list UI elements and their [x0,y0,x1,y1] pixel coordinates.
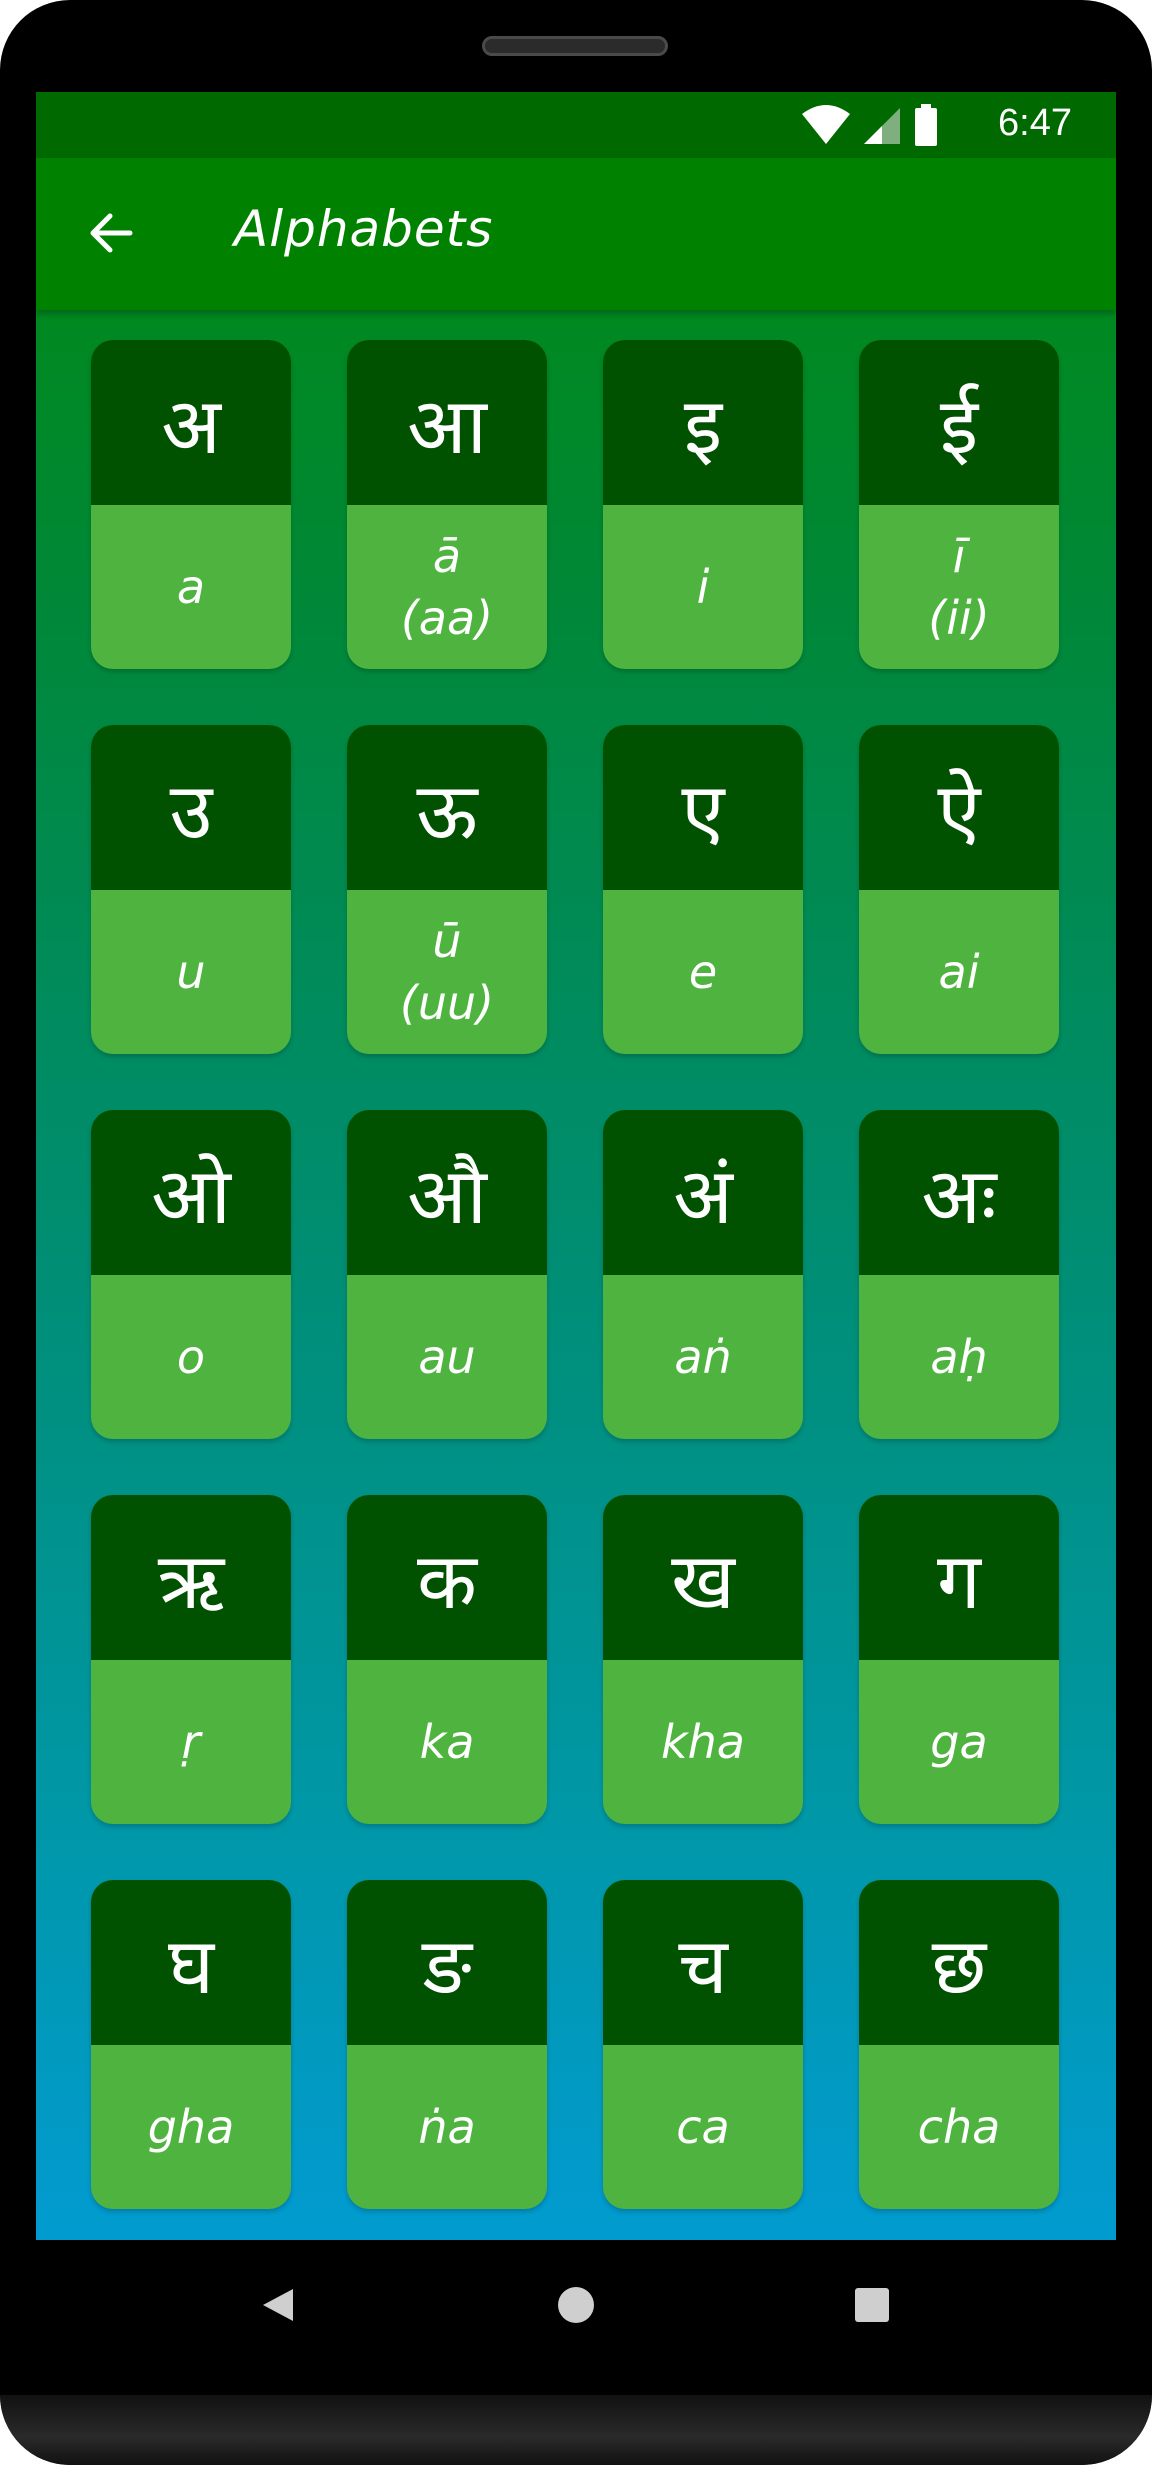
page-title: Alphabets [234,200,494,258]
letter-card[interactable]: ए e [603,725,803,1054]
letter-character: इ [603,340,803,505]
letter-transliteration: au [418,1330,476,1384]
letter-character: ग [859,1495,1059,1660]
letter-transliteration: ka [419,1715,475,1769]
alphabet-grid: अ a आ ā (aa) इ i ई ī (ii) उ u ऊ ū (uu) ए… [91,340,1061,2209]
letter-transliteration: ā (aa) [400,529,494,645]
letter-character: क [347,1495,547,1660]
letter-card[interactable]: औ au [347,1110,547,1439]
letter-character: ओ [91,1110,291,1275]
letter-card[interactable]: ऋ ṛ [91,1495,291,1824]
letter-character: ङ [347,1880,547,2045]
letter-character: ऐ [859,725,1059,890]
letter-character: ए [603,725,803,890]
back-button[interactable] [76,198,146,268]
status-icons [766,104,966,146]
letter-card[interactable]: आ ā (aa) [347,340,547,669]
letter-character: ई [859,340,1059,505]
letter-transliteration: aḥ [930,1330,988,1384]
letter-card[interactable]: ऐ ai [859,725,1059,1054]
letter-transliteration: i [696,560,710,614]
letter-transliteration: ṛ [181,1715,201,1769]
letter-character: आ [347,340,547,505]
letter-card[interactable]: इ i [603,340,803,669]
letter-card[interactable]: च ca [603,1880,803,2209]
nav-home-button[interactable] [541,2270,611,2340]
letter-card[interactable]: क ka [347,1495,547,1824]
letter-transliteration: u [176,945,206,999]
letter-character: अः [859,1110,1059,1275]
letter-card[interactable]: छ cha [859,1880,1059,2209]
letter-transliteration: aṅ [674,1330,732,1384]
app-bar: Alphabets [36,158,1116,310]
nav-back-button[interactable] [244,2270,314,2340]
letter-card[interactable]: अ a [91,340,291,669]
letter-transliteration: ca [676,2100,730,2154]
navigation-bar [36,2240,1116,2370]
letter-transliteration: ga [930,1715,988,1769]
letter-card[interactable]: अः aḥ [859,1110,1059,1439]
nav-back-icon [263,2289,293,2321]
letter-transliteration: kha [661,1715,745,1769]
letter-transliteration: a [176,560,206,614]
letter-character: ऊ [347,725,547,890]
wifi-icon [802,105,850,144]
status-time: 6:47 [998,102,1072,144]
letter-transliteration: ū (uu) [399,914,495,1030]
letter-character: ख [603,1495,803,1660]
letter-character: ऋ [91,1495,291,1660]
letter-character: घ [91,1880,291,2045]
letter-transliteration: o [176,1330,206,1384]
nav-recents-button[interactable] [837,2270,907,2340]
cell-signal-icon [864,108,900,144]
letter-character: छ [859,1880,1059,2045]
letter-transliteration: cha [917,2100,1001,2154]
letter-card[interactable]: ऊ ū (uu) [347,725,547,1054]
letter-card[interactable]: ई ī (ii) [859,340,1059,669]
letter-card[interactable]: ङ ṅa [347,1880,547,2209]
letter-transliteration: ai [938,945,980,999]
nav-recents-icon [855,2288,889,2322]
letter-character: उ [91,725,291,890]
letter-card[interactable]: उ u [91,725,291,1054]
letter-transliteration: ī (ii) [928,529,990,645]
letter-transliteration: ṅa [418,2100,476,2154]
letter-card[interactable]: ओ o [91,1110,291,1439]
screen: 6:47 Alphabets अ a आ ā (aa) इ i ई ī (ii)… [36,92,1116,2240]
speaker-grille [482,36,668,56]
arrow-left-icon [90,213,133,253]
letter-character: अं [603,1110,803,1275]
letter-card[interactable]: घ gha [91,1880,291,2209]
letter-transliteration: gha [147,2100,235,2154]
device-frame: 6:47 Alphabets अ a आ ā (aa) इ i ई ī (ii)… [0,0,1152,2465]
letter-card[interactable]: अं aṅ [603,1110,803,1439]
letter-card[interactable]: ग ga [859,1495,1059,1824]
letter-character: औ [347,1110,547,1275]
letter-card[interactable]: ख kha [603,1495,803,1824]
status-bar: 6:47 [36,92,1116,158]
letter-character: अ [91,340,291,505]
letter-transliteration: e [688,945,718,999]
battery-icon [915,104,937,146]
device-bottom-edge [0,2395,1152,2465]
nav-home-icon [558,2287,594,2323]
letter-character: च [603,1880,803,2045]
